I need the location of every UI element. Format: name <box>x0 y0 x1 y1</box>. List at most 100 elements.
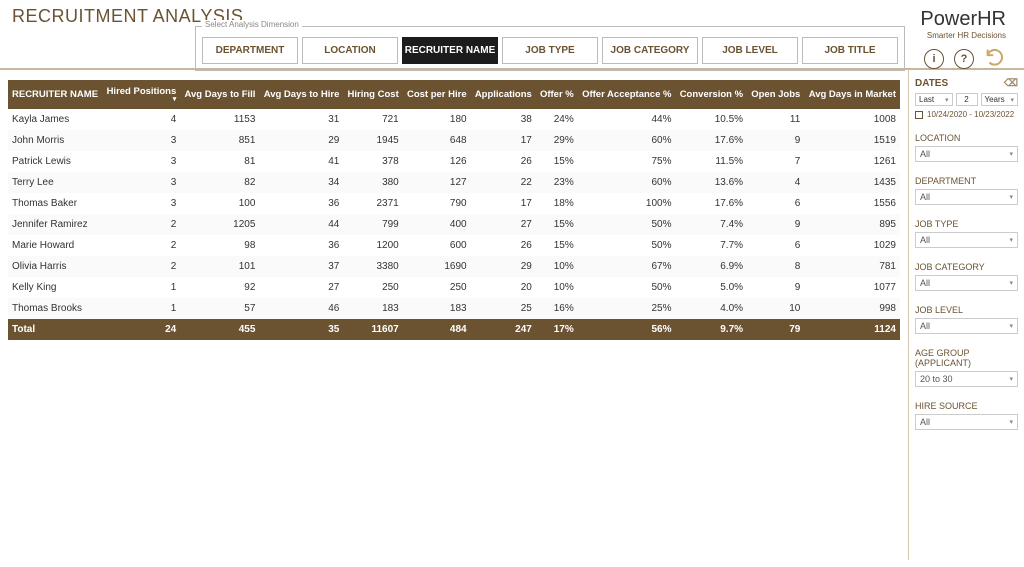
recruiter-name-cell: Kelly King <box>8 277 102 298</box>
filter-value: All <box>920 149 930 159</box>
clear-filters-icon[interactable]: ⌫ <box>1004 78 1018 89</box>
filter-select[interactable]: All▾ <box>915 232 1018 248</box>
brand-name: PowerHR <box>920 8 1006 31</box>
metric-cell: 26 <box>471 235 536 256</box>
metric-cell: 250 <box>343 277 402 298</box>
metric-cell: 1 <box>102 277 180 298</box>
filter-label: JOB LEVEL <box>915 305 1018 315</box>
metric-cell: 67% <box>578 256 676 277</box>
date-relative-select[interactable]: Last▾ <box>915 93 953 106</box>
chevron-down-icon: ▾ <box>1009 322 1013 330</box>
metric-cell: 29 <box>259 130 343 151</box>
metric-cell: 50% <box>578 277 676 298</box>
filter-select[interactable]: All ▾ <box>915 318 1018 334</box>
column-header[interactable]: Hired Positions▾ <box>102 80 180 109</box>
filter-select[interactable]: 20 to 30▾ <box>915 371 1018 387</box>
metric-cell: 781 <box>804 256 900 277</box>
metric-cell: 1200 <box>343 235 402 256</box>
metric-cell: 1519 <box>804 130 900 151</box>
tab-job-type[interactable]: JOB TYPE <box>502 37 598 64</box>
calendar-icon[interactable] <box>915 111 923 119</box>
filter-label: LOCATION <box>915 133 1018 143</box>
tab-job-title[interactable]: JOB TITLE <box>802 37 898 64</box>
metric-cell: 75% <box>578 151 676 172</box>
recruiter-name-cell: Thomas Brooks <box>8 298 102 319</box>
metric-cell: 1029 <box>804 235 900 256</box>
filter-label: AGE GROUP (APPLICANT) <box>915 348 1018 368</box>
date-period-select[interactable]: Years▾ <box>981 93 1019 106</box>
tab-job-level[interactable]: JOB LEVEL <box>702 37 798 64</box>
column-header[interactable]: Hiring Cost <box>343 80 402 109</box>
metric-cell: 50% <box>578 214 676 235</box>
metric-cell: 29% <box>536 130 578 151</box>
table-row[interactable]: Jennifer Ramirez21205447994002715%50%7.4… <box>8 214 900 235</box>
metric-cell: 81 <box>180 151 259 172</box>
column-header[interactable]: Offer % <box>536 80 578 109</box>
metric-cell: 98 <box>180 235 259 256</box>
metric-cell: 127 <box>403 172 471 193</box>
column-header[interactable]: Avg Days in Market <box>804 80 900 109</box>
metric-cell: 3 <box>102 193 180 214</box>
metric-cell: 6.9% <box>675 256 747 277</box>
column-header[interactable]: Cost per Hire <box>403 80 471 109</box>
total-cell: 17% <box>536 319 578 340</box>
recruiter-name-cell: Patrick Lewis <box>8 151 102 172</box>
column-header[interactable]: Avg Days to Hire <box>259 80 343 109</box>
date-count-select[interactable]: 2 <box>956 93 978 106</box>
total-cell: 24 <box>102 319 180 340</box>
table-row[interactable]: John Morris38512919456481729%60%17.6%915… <box>8 130 900 151</box>
help-icon[interactable]: ? <box>954 49 974 69</box>
column-header[interactable]: Offer Acceptance % <box>578 80 676 109</box>
filter-label: JOB TYPE <box>915 219 1018 229</box>
recruiter-name-cell: John Morris <box>8 130 102 151</box>
filter-age-group-applicant-: AGE GROUP (APPLICANT) 20 to 30▾ <box>915 348 1018 387</box>
metric-cell: 26 <box>471 151 536 172</box>
filter-select[interactable]: All▾ <box>915 414 1018 430</box>
metric-cell: 10.5% <box>675 109 747 130</box>
metric-cell: 10% <box>536 277 578 298</box>
metric-cell: 799 <box>343 214 402 235</box>
chevron-down-icon: ▾ <box>1009 418 1013 426</box>
metric-cell: 2 <box>102 256 180 277</box>
metric-cell: 17 <box>471 193 536 214</box>
tab-department[interactable]: DEPARTMENT <box>202 37 298 64</box>
metric-cell: 3 <box>102 130 180 151</box>
table-row[interactable]: Thomas Baker31003623717901718%100%17.6%6… <box>8 193 900 214</box>
info-icon[interactable]: i <box>924 49 944 69</box>
tab-recruiter-name[interactable]: RECRUITER NAME <box>402 37 498 64</box>
metric-cell: 8 <box>747 256 804 277</box>
metric-cell: 380 <box>343 172 402 193</box>
metric-cell: 11.5% <box>675 151 747 172</box>
filter-select[interactable]: All▾ <box>915 189 1018 205</box>
metric-cell: 1690 <box>403 256 471 277</box>
column-header[interactable]: Avg Days to Fill <box>180 80 259 109</box>
filter-value: All <box>920 321 930 331</box>
filter-label: HIRE SOURCE <box>915 401 1018 411</box>
table-row[interactable]: Marie Howard2983612006002615%50%7.7%6102… <box>8 235 900 256</box>
table-row[interactable]: Kayla James41153317211803824%44%10.5%111… <box>8 109 900 130</box>
table-row[interactable]: Patrick Lewis381413781262615%75%11.5%712… <box>8 151 900 172</box>
table-row[interactable]: Terry Lee382343801272223%60%13.6%41435 <box>8 172 900 193</box>
column-header[interactable]: Open Jobs <box>747 80 804 109</box>
reset-icon[interactable] <box>984 46 1006 71</box>
metric-cell: 15% <box>536 151 578 172</box>
column-header[interactable]: RECRUITER NAME <box>8 80 102 109</box>
table-row[interactable]: Olivia Harris210137338016902910%67%6.9%8… <box>8 256 900 277</box>
metric-cell: 1945 <box>343 130 402 151</box>
column-header[interactable]: Applications <box>471 80 536 109</box>
filter-job-category: JOB CATEGORYAll▾ <box>915 262 1018 291</box>
metric-cell: 25% <box>578 298 676 319</box>
table-header-row: RECRUITER NAMEHired Positions▾Avg Days t… <box>8 80 900 109</box>
metric-cell: 29 <box>471 256 536 277</box>
filter-value: All <box>920 235 930 245</box>
recruiter-name-cell: Olivia Harris <box>8 256 102 277</box>
table-row[interactable]: Kelly King192272502502010%50%5.0%91077 <box>8 277 900 298</box>
metric-cell: 6 <box>747 235 804 256</box>
table-row[interactable]: Thomas Brooks157461831832516%25%4.0%1099… <box>8 298 900 319</box>
filter-select[interactable]: All▾ <box>915 275 1018 291</box>
filter-select[interactable]: All▾ <box>915 146 1018 162</box>
total-cell: 35 <box>259 319 343 340</box>
tab-location[interactable]: LOCATION <box>302 37 398 64</box>
column-header[interactable]: Conversion % <box>675 80 747 109</box>
tab-job-category[interactable]: JOB CATEGORY <box>602 37 698 64</box>
